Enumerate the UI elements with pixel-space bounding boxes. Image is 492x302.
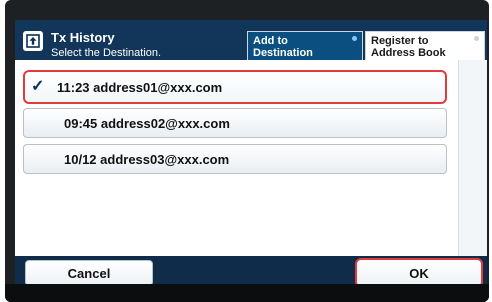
history-item-1[interactable]: ✓ 11:23 address01@xxx.com: [23, 70, 447, 104]
indicator-dot-icon: [352, 36, 357, 41]
register-to-address-book-button[interactable]: Register to Address Book: [365, 31, 485, 60]
add-to-destination-button[interactable]: Add to Destination: [247, 31, 363, 60]
history-list: ✓ 11:23 address01@xxx.com 09:45 address0…: [15, 60, 487, 256]
history-item-2[interactable]: 09:45 address02@xxx.com: [23, 108, 447, 138]
history-item-label: 11:23 address01@xxx.com: [57, 79, 223, 95]
header-bar: Tx History Select the Destination. Add t…: [15, 20, 487, 60]
add-button-label-line1: Add to: [253, 35, 288, 47]
indicator-dot-icon: [474, 36, 479, 41]
page-title: Tx History: [51, 30, 115, 45]
back-arrow-icon: [26, 34, 40, 48]
device-frame: Tx History Select the Destination. Add t…: [5, 0, 489, 302]
device-bezel: [5, 284, 489, 302]
history-item-label: 09:45 address02@xxx.com: [64, 115, 230, 131]
touch-screen: Tx History Select the Destination. Add t…: [15, 20, 487, 290]
history-item-3[interactable]: 10/12 address03@xxx.com: [23, 144, 447, 174]
page-subtitle: Select the Destination.: [51, 47, 162, 59]
back-button[interactable]: [23, 31, 43, 51]
cancel-button[interactable]: Cancel: [25, 260, 153, 286]
scroll-track[interactable]: [458, 60, 487, 256]
add-button-label-line2: Destination: [253, 47, 313, 59]
register-button-label-line1: Register to: [371, 35, 429, 47]
checkmark-icon: ✓: [31, 78, 45, 95]
history-item-label: 10/12 address03@xxx.com: [64, 151, 230, 167]
register-button-label-line2: Address Book: [371, 47, 446, 59]
